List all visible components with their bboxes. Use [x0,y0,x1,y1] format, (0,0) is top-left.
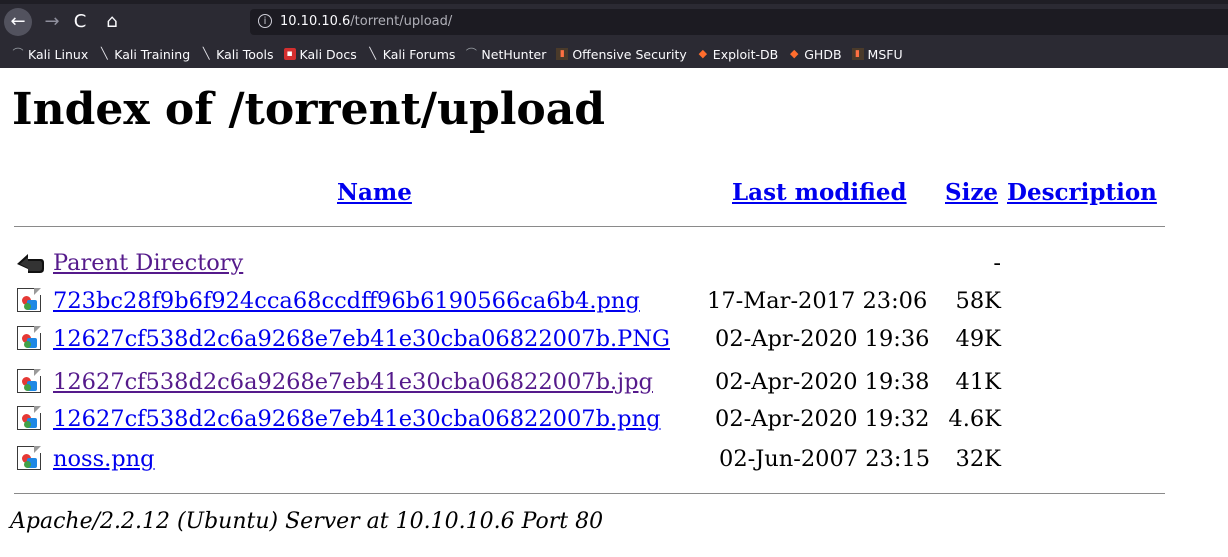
parent-directory-row: Parent Directory - [0,245,1228,281]
bookmark-label: Offensive Security [572,46,687,62]
dragon-icon: ╲ [369,47,377,60]
page-content: Index of /torrent/upload Name Last modif… [0,68,1228,557]
file-row: 12627cf538d2c6a9268e7eb41e30cba06822007b… [0,401,1228,437]
server-signature: Apache/2.2.12 (Ubuntu) Server at 10.10.1… [10,509,604,534]
column-header-description[interactable]: Description [1007,178,1157,208]
bookmark-kali-docs[interactable]: ▪ Kali Docs [283,46,357,62]
url-text[interactable]: 10.10.10.6/torrent/upload/ [280,9,452,35]
forward-button[interactable]: → [38,8,66,36]
file-modified: 17-Mar-2017 23:06 [707,288,928,314]
bookmark-label: Kali Forums [382,46,456,62]
file-size: 4.6K [948,406,1001,432]
info-icon[interactable]: i [258,14,272,28]
bookmark-offensive-security[interactable]: ▮ Offensive Security [556,46,687,62]
divider [14,493,1165,494]
bookmark-label: Exploit-DB [712,46,779,62]
bookmark-nethunter[interactable]: ⌒ NetHunter [465,47,546,62]
bookmark-kali-training[interactable]: ╲ Kali Training [98,47,190,62]
file-size: - [993,250,1001,276]
page-title: Index of /torrent/upload [12,84,606,135]
bookmark-label: GHDB [804,46,842,62]
browser-chrome: ← → C ⌂ i 10.10.10.6/torrent/upload/ ⌒ Ka… [0,0,1228,68]
docs-icon: ▪ [283,48,296,60]
image-file-icon [17,288,41,312]
image-file-icon [17,369,41,393]
bookmark-label: NetHunter [481,46,547,62]
file-row: 12627cf538d2c6a9268e7eb41e30cba06822007b… [0,364,1228,400]
bookmark-label: Kali Linux [28,46,89,62]
home-button[interactable]: ⌂ [98,8,126,36]
file-link[interactable]: noss.png [53,441,155,477]
image-file-icon [17,326,41,350]
file-row: noss.png 02-Jun-2007 23:15 32K [0,441,1228,477]
bookmark-exploit-db[interactable]: ◆ Exploit-DB [697,46,779,62]
navigation-toolbar: ← → C ⌂ i 10.10.10.6/torrent/upload/ [0,4,1228,40]
dragon-icon: ╲ [100,47,108,60]
exploitdb-icon: ◆ [790,47,799,60]
file-link[interactable]: 12627cf538d2c6a9268e7eb41e30cba06822007b… [53,401,660,437]
file-link[interactable]: 12627cf538d2c6a9268e7eb41e30cba06822007b… [53,321,670,357]
file-modified: 02-Apr-2020 19:32 [715,406,930,432]
file-size: 49K [955,326,1001,352]
back-arrow-icon [17,254,44,273]
file-size: 41K [955,369,1001,395]
bookmark-kali-tools[interactable]: ╲ Kali Tools [200,46,274,62]
url-host: 10.10.10.6 [280,14,351,29]
offsec-icon: ▮ [556,48,569,60]
bookmark-label: MSFU [867,46,903,62]
file-size: 32K [955,446,1001,472]
bookmark-msfu[interactable]: ▮ MSFU [851,46,903,62]
file-row: 12627cf538d2c6a9268e7eb41e30cba06822007b… [0,321,1228,357]
bookmark-label: Kali Tools [216,46,274,62]
file-link[interactable]: 12627cf538d2c6a9268e7eb41e30cba06822007b… [53,364,653,400]
column-header-size[interactable]: Size [945,178,998,208]
bookmark-label: Kali Docs [299,46,357,62]
file-modified: 02-Apr-2020 19:36 [715,326,930,352]
file-row: 723bc28f9b6f924cca68ccdff96b6190566ca6b4… [0,283,1228,319]
file-link[interactable]: 723bc28f9b6f924cca68ccdff96b6190566ca6b4… [53,283,640,319]
file-modified: 02-Jun-2007 23:15 [719,446,931,472]
kali-icon: ⌒ [12,47,24,60]
url-path: /torrent/upload/ [350,14,453,29]
bookmark-kali-linux[interactable]: ⌒ Kali Linux [12,46,89,62]
dragon-icon: ╲ [202,47,210,60]
bookmarks-toolbar: ⌒ Kali Linux ╲ Kali Training ╲ Kali Tools ▪… [0,43,913,65]
file-size: 58K [955,288,1001,314]
image-file-icon [17,446,41,470]
file-modified: 02-Apr-2020 19:38 [715,369,930,395]
column-header-last-modified[interactable]: Last modified [732,178,907,208]
reload-button[interactable]: C [66,8,94,36]
parent-directory-link[interactable]: Parent Directory [53,245,243,281]
back-button[interactable]: ← [4,8,32,36]
offsec-icon: ▮ [851,48,864,60]
column-header-name[interactable]: Name [337,178,412,208]
bookmark-ghdb[interactable]: ◆ GHDB [788,46,842,62]
bookmark-label: Kali Training [114,46,191,62]
bookmark-kali-forums[interactable]: ╲ Kali Forums [367,46,456,62]
url-bar[interactable]: i 10.10.10.6/torrent/upload/ [250,9,1228,35]
exploitdb-icon: ◆ [698,47,708,60]
kali-icon: ⌒ [465,47,477,60]
image-file-icon [17,406,41,430]
divider [14,226,1165,227]
